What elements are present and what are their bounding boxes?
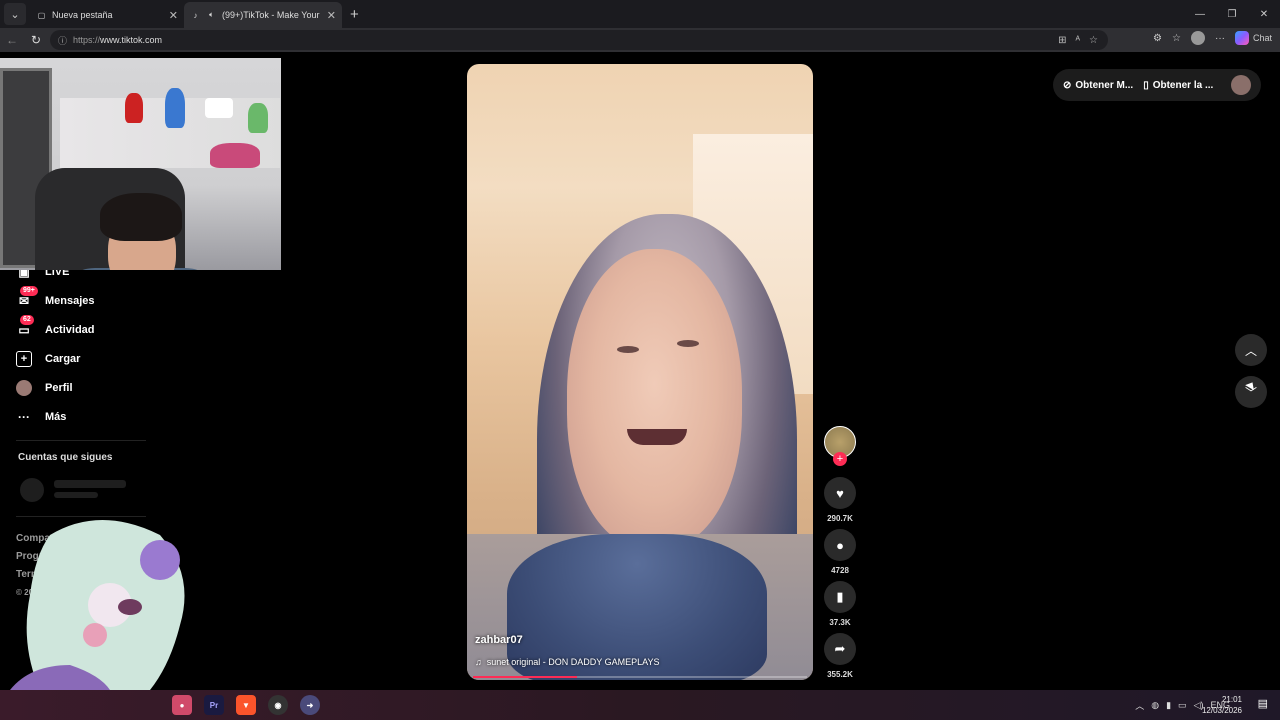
chevron-up-icon: ︿ bbox=[1244, 343, 1257, 358]
app-icon[interactable]: ➜ bbox=[300, 695, 320, 715]
get-app-label: Obtener la ... bbox=[1152, 79, 1214, 91]
sidebar-item-label: Perfil bbox=[45, 382, 73, 394]
extensions-icon[interactable]: ⚙ bbox=[1153, 33, 1162, 44]
sidebar-item-label: Actividad bbox=[45, 324, 95, 336]
close-icon[interactable]: ✕ bbox=[327, 9, 336, 22]
url-prefix: https:// bbox=[73, 35, 101, 45]
activity-badge: 62 bbox=[20, 315, 34, 325]
more-icon: ··· bbox=[18, 410, 30, 424]
video-progress-fill bbox=[473, 676, 577, 678]
favorite-star-icon[interactable]: ☆ bbox=[1089, 35, 1098, 46]
sidebar-item-label: Cargar bbox=[45, 353, 81, 365]
address-toolbar: ← ↻ ⓘ https://www.tiktok.com ⊞ ᴬ ☆ ⚙ ☆ ·… bbox=[0, 28, 1280, 52]
save-button[interactable]: ▮ bbox=[824, 581, 856, 613]
comment-count: 4728 bbox=[831, 566, 849, 575]
get-coins-button[interactable]: ⊘ Obtener M... bbox=[1063, 80, 1133, 91]
bookmark-icon: ▮ bbox=[836, 589, 844, 604]
tab-tiktok[interactable]: ♪ 🔈︎ (99+)TikTok - Make Your Day ✕ bbox=[184, 2, 342, 28]
back-icon[interactable]: ← bbox=[0, 29, 24, 51]
top-right-actions: ⊘ Obtener M... ▯ Obtener la ... bbox=[1053, 69, 1261, 101]
tab-new-tab[interactable]: ▢ Nueva pestaña ✕ bbox=[30, 2, 184, 28]
share-button[interactable]: ➦ bbox=[824, 633, 856, 665]
reload-icon[interactable]: ↻ bbox=[24, 29, 48, 51]
new-tab-icon: ▢ bbox=[37, 10, 46, 20]
favorites-icon[interactable]: ☆ bbox=[1172, 33, 1181, 44]
clock[interactable]: 21:01 12/03/2026 bbox=[1202, 694, 1242, 716]
close-icon[interactable]: ✕ bbox=[169, 9, 178, 22]
music-note-icon: ♫ bbox=[475, 657, 482, 667]
comment-icon: ● bbox=[836, 537, 844, 553]
site-info-icon[interactable]: ⓘ bbox=[58, 34, 67, 47]
heart-icon: ♥ bbox=[836, 485, 844, 501]
previous-video-button[interactable]: ︿ bbox=[1235, 334, 1267, 366]
obs-icon[interactable]: ◉ bbox=[268, 695, 288, 715]
like-button[interactable]: ♥ bbox=[824, 477, 856, 509]
video-author[interactable]: zahbar07 bbox=[475, 634, 523, 646]
comment-button[interactable]: ● bbox=[824, 529, 856, 561]
chevron-up-icon[interactable]: ︿ bbox=[1135, 699, 1144, 712]
network-icon[interactable]: ▭ bbox=[1178, 700, 1187, 711]
vtuber-overlay bbox=[0, 515, 200, 690]
video-music[interactable]: ♫ sunet original - DON DADDY GAMEPLAYS bbox=[475, 657, 659, 667]
messages-badge: 99+ bbox=[20, 286, 38, 296]
sidebar-item-label: Más bbox=[45, 411, 67, 423]
notifications-icon[interactable]: ▤ bbox=[1258, 697, 1268, 710]
tiktok-icon: ♪ bbox=[193, 10, 198, 20]
sidebar-item-activity[interactable]: ▭ 62 Actividad bbox=[16, 315, 95, 338]
browser-tab-bar: ⌄ ▢ Nueva pestaña ✕ ♪ 🔈︎ (99+)TikTok - M… bbox=[0, 0, 1280, 28]
window-controls: — ❐ ✕ bbox=[1184, 0, 1280, 28]
url-field[interactable]: ⓘ https://www.tiktok.com ⊞ ᴬ ☆ bbox=[50, 30, 1108, 50]
tray-app-icon[interactable]: ◍ bbox=[1151, 700, 1159, 711]
more-menu-icon[interactable]: ··· bbox=[1215, 33, 1225, 44]
video-player[interactable]: zahbar07 ♫ sunet original - DON DADDY GA… bbox=[467, 64, 813, 680]
minimize-icon[interactable]: — bbox=[1184, 0, 1216, 28]
music-title: sunet original - DON DADDY GAMEPLAYS bbox=[486, 657, 660, 667]
clock-time: 21:01 bbox=[1221, 695, 1242, 704]
sidebar-item-more[interactable]: ··· Más bbox=[16, 409, 66, 425]
upload-icon: + bbox=[16, 351, 32, 367]
share-count: 355.2K bbox=[827, 670, 853, 679]
new-tab-button[interactable]: + bbox=[350, 6, 359, 23]
premiere-pro-icon[interactable]: Pr bbox=[204, 695, 224, 715]
webcam-overlay bbox=[0, 58, 281, 270]
translate-icon[interactable]: ᴬ bbox=[1076, 35, 1081, 46]
profile-icon bbox=[16, 380, 32, 396]
get-coins-label: Obtener M... bbox=[1075, 79, 1134, 91]
restore-icon[interactable]: ❐ bbox=[1216, 0, 1248, 28]
sidebar-item-upload[interactable]: + Cargar bbox=[16, 351, 80, 367]
get-app-button[interactable]: ▯ Obtener la ... bbox=[1143, 80, 1213, 91]
sidebar-item-profile[interactable]: Perfil bbox=[16, 380, 73, 396]
copilot-chat-button[interactable]: Chat bbox=[1234, 31, 1272, 45]
taskbar-app-icon[interactable]: ● bbox=[172, 695, 192, 715]
copilot-icon bbox=[1234, 31, 1249, 45]
brave-icon[interactable]: ▼ bbox=[236, 695, 256, 715]
tab-title: Nueva pestaña bbox=[52, 10, 113, 20]
tab-actions-menu-icon[interactable]: ⌄ bbox=[4, 3, 26, 25]
video-progress-bar[interactable] bbox=[473, 676, 807, 678]
messages-icon: ✉ 99+ bbox=[16, 286, 38, 309]
chat-label: Chat bbox=[1252, 33, 1272, 43]
activity-icon: ▭ 62 bbox=[16, 315, 34, 338]
profile-avatar[interactable] bbox=[1190, 31, 1205, 45]
sidebar-item-messages[interactable]: ✉ 99+ Mensajes bbox=[16, 286, 95, 309]
save-count: 37.3K bbox=[829, 618, 851, 627]
follow-plus-icon[interactable]: + bbox=[833, 452, 847, 466]
close-window-icon[interactable]: ✕ bbox=[1248, 0, 1280, 28]
url-host: www.tiktok.com bbox=[100, 35, 163, 45]
sidebar-item-label: Mensajes bbox=[45, 295, 95, 307]
user-avatar[interactable] bbox=[1231, 75, 1251, 95]
sidebar-divider bbox=[16, 440, 146, 441]
share-icon: ➦ bbox=[834, 641, 846, 656]
taskbar: ● Pr ▼ ◉ ➜ ︿ ◍ ▮ ▭ ◁) ENG 21:01 12/03/20… bbox=[0, 690, 1280, 720]
phone-icon: ▯ bbox=[1143, 79, 1149, 91]
coin-icon: ⊘ bbox=[1063, 79, 1072, 91]
audio-icon[interactable]: 🔈︎ bbox=[206, 10, 217, 21]
following-title: Cuentas que sigues bbox=[18, 452, 113, 463]
microphone-icon[interactable]: ▮ bbox=[1166, 700, 1171, 711]
tab-title: (99+)TikTok - Make Your Day bbox=[222, 10, 322, 20]
clock-date: 12/03/2026 bbox=[1201, 706, 1242, 715]
like-count: 290.7K bbox=[827, 514, 853, 523]
app-available-icon[interactable]: ⊞ bbox=[1058, 35, 1066, 46]
